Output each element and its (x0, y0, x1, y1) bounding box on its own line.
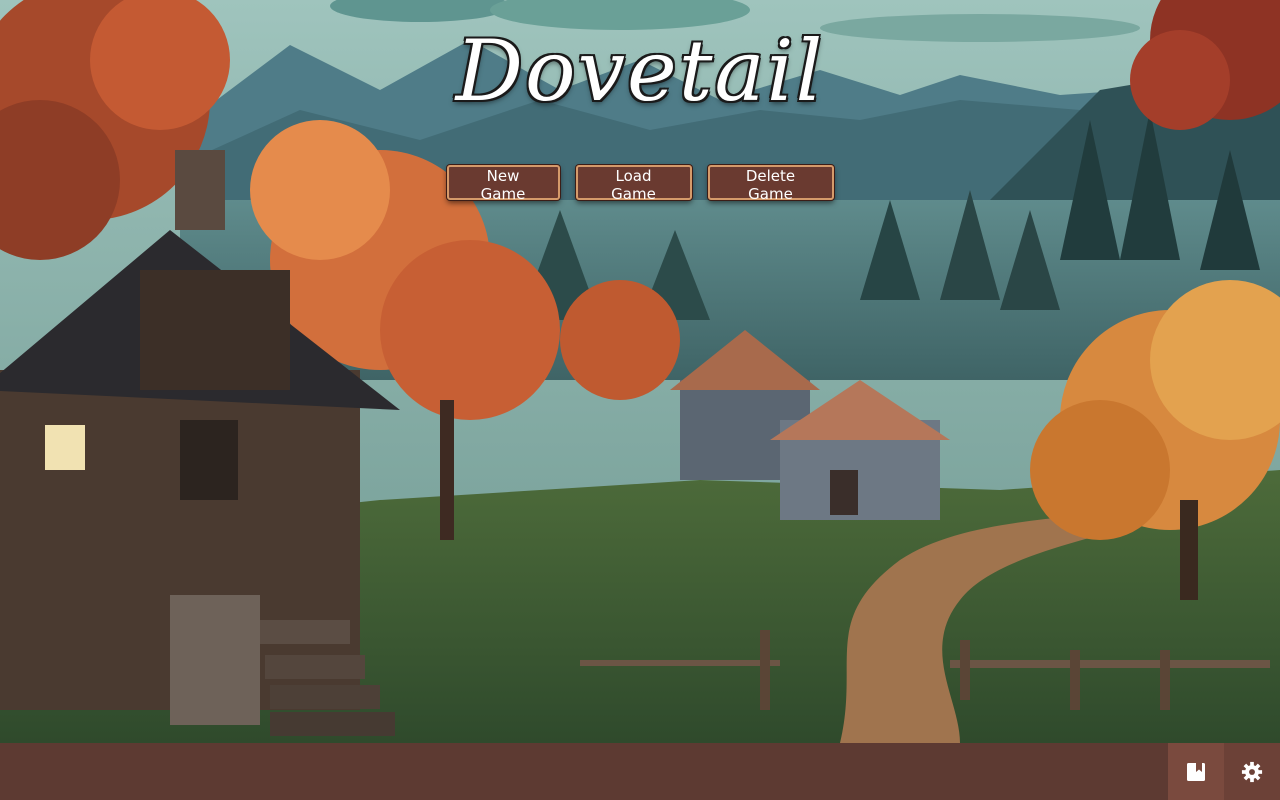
save-button[interactable] (1168, 743, 1224, 800)
bottom-toolbar (0, 743, 1280, 800)
delete-game-button[interactable]: Delete Game (707, 165, 834, 203)
load-game-button[interactable]: Load Game (575, 165, 692, 203)
save-book-icon (1187, 762, 1205, 781)
main-menu: New Game Load Game Delete Game (0, 165, 1280, 203)
new-game-button[interactable]: New Game (446, 165, 560, 203)
settings-button[interactable] (1224, 743, 1280, 800)
gear-icon (1241, 761, 1263, 782)
game-title: Dovetail (455, 22, 825, 120)
